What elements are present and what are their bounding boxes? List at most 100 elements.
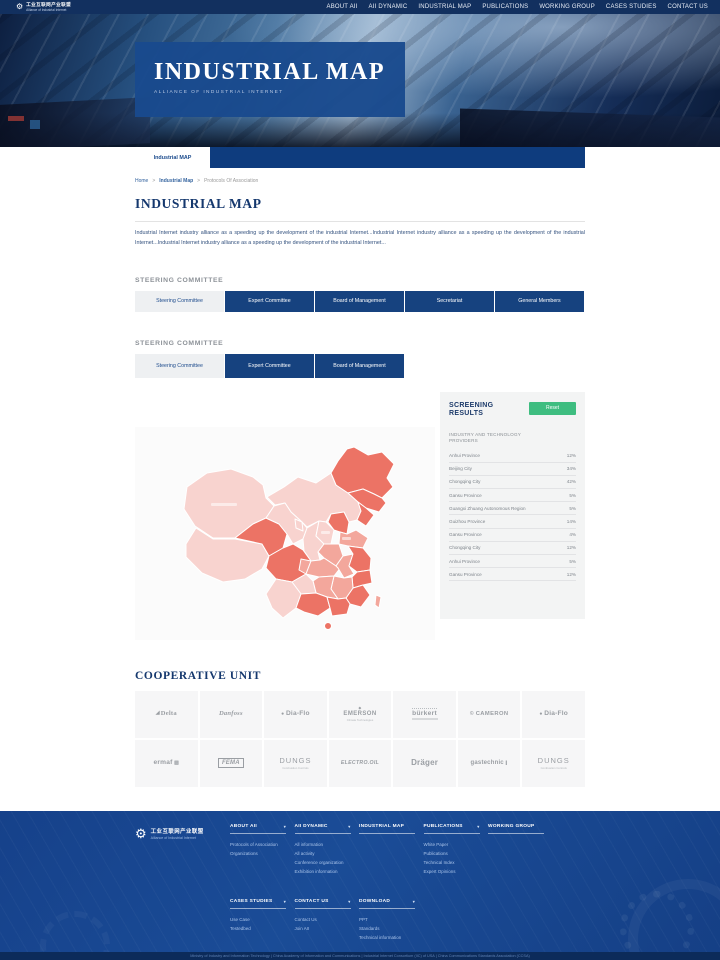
region-value: 14% [567,519,576,524]
footer-column-header[interactable]: CASES STUDIES ▾ [230,899,286,909]
committee-tab[interactable]: Steering Committee [135,354,224,378]
partner-logo[interactable]: FEMA [200,740,263,787]
footer-column-title: PUBLICATIONS [424,824,463,829]
partner-logo-text: Dia-Flo [281,710,310,717]
screening-row[interactable]: Chongqing City 12% [449,542,576,555]
nav-item[interactable]: WORKING GROUP [539,4,595,10]
footer-link[interactable]: Standards [359,924,424,933]
nav-item[interactable]: CONTACT US [668,4,708,10]
footer-link[interactable]: Technical Index [424,858,489,867]
region-value: 5% [569,493,576,498]
nav-item[interactable]: AII DYNAMIC [369,4,408,10]
footer-column-header[interactable]: ABOUT AII ▾ [230,824,286,834]
region-value: 34% [567,466,576,471]
nav-item[interactable]: ABOUT AII [327,4,358,10]
committee-tab[interactable]: Expert Committee [225,354,314,378]
footer-link-list: All informationAll activityConference or… [295,840,360,876]
cooperative-unit-title: COOPERATIVE UNIT [135,670,585,682]
footer-link[interactable]: Testedbed [230,924,295,933]
footer-link[interactable]: White Paper [424,840,489,849]
partner-logo[interactable]: Dia-Flo [264,691,327,738]
footer-column-title: ABOUT AII [230,824,257,829]
region-value: 4% [569,532,576,537]
partner-logo[interactable]: DUNGS Combustion Controls [264,740,327,787]
screening-row[interactable]: Gansu Province 4% [449,529,576,542]
footer-link[interactable]: Technical information [359,933,424,942]
screening-row[interactable]: Beijing City 34% [449,463,576,476]
partner-logo-text: EMERSON [343,706,376,717]
footer-column-header[interactable]: CONTACT US ▾ [295,899,351,909]
footer-column-header[interactable]: DOWNLOAD ▾ [359,899,415,909]
partner-logo[interactable]: DUNGS Combustion Controls [522,740,585,787]
footer-link[interactable]: Expert Opinions [424,867,489,876]
partner-logo[interactable]: ermaf [135,740,198,787]
footer-column-title: WORKING GROUP [488,824,535,829]
partner-logo[interactable]: Delta [135,691,198,738]
committee1-label: STEERING COMMITTEE [135,277,585,284]
committee-tab[interactable]: General Members [495,291,584,312]
gear-icon: ⚙ [135,826,147,842]
footer-link[interactable]: Organizations [230,849,295,858]
partner-logo[interactable]: gastechnic [458,740,521,787]
screening-panel: SCREENING RESULTS Reset INDUSTRY AND TEC… [440,392,585,619]
committee-tab[interactable]: Board of Management [315,354,404,378]
footer-link[interactable]: Contact Us [295,915,360,924]
committee-tab[interactable]: Secretariat [405,291,494,312]
partner-logo[interactable]: ELECTRO.OIL [329,740,392,787]
nav-item[interactable]: CASES STUDIES [606,4,657,10]
partner-logo[interactable]: Danfoss [200,691,263,738]
partner-logo[interactable]: bürkert [393,691,456,738]
breadcrumb-section[interactable]: Industrial Map [159,178,193,184]
breadcrumb-home[interactable]: Home [135,178,148,184]
screening-row[interactable]: Chongqing City 42% [449,476,576,489]
region-name: Chongqing City [449,479,480,484]
screening-row[interactable]: Anhui Province 12% [449,449,576,462]
brand-logo[interactable]: ⚙ 工业互联网产业联盟 Alliance of Industrial Inter… [16,2,71,12]
screening-row[interactable]: Gansu Province 12% [449,568,576,581]
footer-brand[interactable]: ⚙ 工业互联网产业联盟 Alliance of Industrial Inter… [135,826,204,842]
partner-logo[interactable]: EMERSON Climate Technologies [329,691,392,738]
committee-tab[interactable]: Steering Committee [135,291,224,312]
footer-column-header[interactable]: PUBLICATIONS ▾ [424,824,480,834]
hero-tab-bar: Industrial MAP [135,147,585,168]
footer-link[interactable]: Conference organization [295,858,360,867]
reset-button[interactable]: Reset [529,402,576,415]
footer-column-header[interactable]: WORKING GROUP ▾ [488,824,544,834]
nav-item[interactable]: INDUSTRIAL MAP [418,4,471,10]
partner-logo[interactable]: CAMERON [458,691,521,738]
nav-item[interactable]: PUBLICATIONS [482,4,528,10]
footer-link[interactable]: Use Case [230,915,295,924]
footer-column: DOWNLOAD ▾ PPTStandardsTechnical informa… [359,899,424,942]
screening-row[interactable]: Guizhou Province 14% [449,515,576,528]
gear-icon: ⚙ [16,3,23,11]
partner-logo[interactable]: Dia-Flo [522,691,585,738]
footer-link[interactable]: All information [295,840,360,849]
partner-logo-text: FEMA [218,758,244,768]
footer-link[interactable]: Join AII [295,924,360,933]
footer-link[interactable]: PPT [359,915,424,924]
screening-list: Anhui Province 12% Beijing City 34% Chon… [449,449,576,581]
region-value: 5% [569,559,576,564]
screening-row[interactable]: Guangxi Zhuang Autonomous Region 5% [449,502,576,515]
footer-column-title: INDUSTRIAL MAP [359,824,404,829]
footer-link[interactable]: Exhibition information [295,867,360,876]
screening-row[interactable]: Gansu Province 5% [449,489,576,502]
footer-link[interactable]: Publications [424,849,489,858]
screening-row[interactable]: Anhui Province 5% [449,555,576,568]
partner-logo-text: DUNGS [279,756,311,765]
committee-tab[interactable]: Expert Committee [225,291,314,312]
partner-logo[interactable]: Dräger [393,740,456,787]
footer-link[interactable]: All activity [295,849,360,858]
footer-column-header[interactable]: INDUSTRIAL MAP ▾ [359,824,415,834]
region-name: Beijing City [449,466,472,471]
screening-title: SCREENING RESULTS [449,402,509,419]
committee-tab[interactable]: Board of Management [315,291,404,312]
china-choropleth-map[interactable] [135,427,435,640]
footer-column-header[interactable]: AII DYNAMIC ▾ [295,824,351,834]
footer-link[interactable]: Protocols of Association [230,840,295,849]
partner-logo-text: bürkert [412,708,437,717]
footer-link-list: Protocols of AssociationOrganizations [230,840,295,858]
hero-tab-industrial-map[interactable]: Industrial MAP [135,147,210,168]
hero-accent-red [8,116,24,121]
footer-link-list: White PaperPublicationsTechnical IndexEx… [424,840,489,876]
